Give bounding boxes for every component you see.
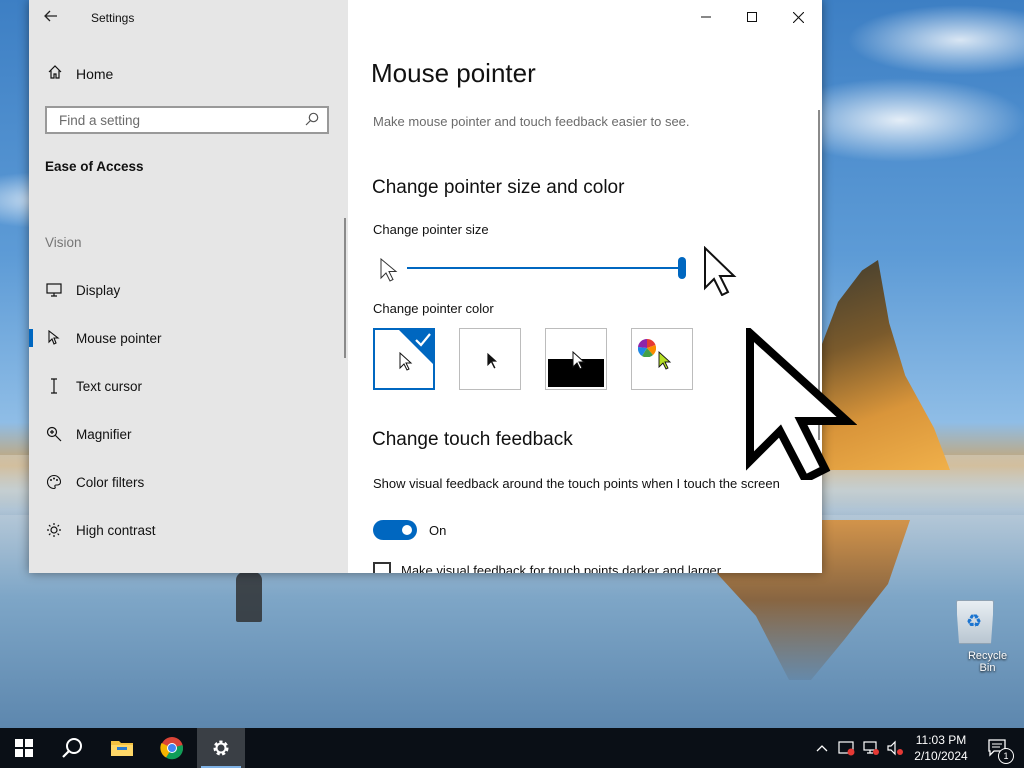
minimize-button[interactable] [683, 6, 729, 28]
clock-date: 2/10/2024 [914, 749, 968, 763]
maximize-icon [747, 12, 757, 22]
sidebar-item-label: Color filters [76, 474, 145, 490]
pointer-color-black[interactable] [459, 328, 521, 390]
chrome-button[interactable] [148, 728, 196, 768]
black-cursor-icon [486, 351, 500, 370]
sidebar-item-label: Mouse pointer [76, 330, 162, 346]
settings-sidebar: Settings Home Ease of Access Vision Disp… [29, 0, 348, 573]
tray-network-button[interactable] [860, 728, 882, 768]
clock-time: 11:03 PM [915, 733, 967, 747]
sidebar-item-magnifier[interactable]: Magnifier [29, 414, 348, 454]
settings-content: Mouse pointer Make mouse pointer and tou… [348, 0, 822, 573]
pointer-color-custom[interactable] [631, 328, 693, 390]
chrome-icon [160, 737, 184, 760]
recycle-bin-shortcut[interactable]: Recycle Bin [940, 600, 1010, 674]
large-cursor-icon [704, 246, 737, 296]
page-description: Make mouse pointer and touch feedback ea… [373, 114, 690, 129]
color-filters-icon [45, 473, 63, 491]
settings-window: Settings Home Ease of Access Vision Disp… [29, 0, 822, 573]
pointer-size-slider-thumb[interactable] [678, 257, 686, 279]
checkmark-icon [415, 333, 431, 347]
settings-icon [213, 740, 229, 756]
color-wheel-icon [638, 339, 656, 357]
recycle-bin-label: Recycle Bin [967, 650, 1008, 674]
magnifier-icon [45, 425, 63, 443]
darker-feedback-label: Make visual feedback for touch points da… [401, 563, 722, 573]
wallpaper-person [236, 572, 262, 622]
sidebar-item-color-filters[interactable]: Color filters [29, 462, 348, 502]
pointer-color-label: Change pointer color [373, 301, 494, 316]
small-cursor-icon [380, 258, 398, 282]
section-title: Ease of Access [45, 159, 144, 174]
taskbar: 11:03 PM 2/10/2024 1 [0, 728, 1024, 768]
minimize-icon [701, 16, 711, 18]
search-icon[interactable] [305, 112, 319, 126]
back-button[interactable] [43, 8, 61, 26]
giant-mouse-cursor-icon [746, 328, 857, 480]
tray-security-button[interactable] [836, 728, 858, 768]
app-title: Settings [91, 11, 135, 25]
sidebar-item-mouse-pointer[interactable]: Mouse pointer [29, 318, 348, 358]
start-button[interactable] [0, 728, 48, 768]
sidebar-item-label: Display [76, 282, 121, 298]
sidebar-item-label: Home [76, 66, 114, 82]
sidebar-item-label: High contrast [76, 522, 156, 538]
close-icon [792, 11, 804, 23]
sidebar-item-high-contrast[interactable]: High contrast [29, 510, 348, 550]
darker-feedback-checkbox[interactable] [373, 562, 391, 573]
touch-feedback-description: Show visual feedback around the touch po… [373, 476, 780, 491]
settings-taskbar-button[interactable] [197, 728, 245, 768]
section-heading-touch: Change touch feedback [372, 429, 573, 450]
section-heading-pointer: Change pointer size and color [372, 177, 625, 198]
notification-count-badge: 1 [998, 748, 1014, 764]
pointer-color-inverted[interactable] [545, 328, 607, 390]
inverted-cursor-icon [572, 351, 586, 370]
search-input[interactable] [57, 112, 301, 129]
sidebar-scrollbar[interactable] [344, 218, 346, 358]
taskbar-clock[interactable]: 11:03 PM 2/10/2024 [906, 732, 976, 764]
taskbar-search-button[interactable] [48, 728, 96, 768]
tray-volume-button[interactable] [884, 728, 906, 768]
display-icon [45, 281, 63, 299]
home-icon [45, 64, 65, 84]
action-center-button[interactable]: 1 [978, 728, 1018, 768]
settings-search[interactable] [45, 106, 329, 134]
sidebar-item-text-cursor[interactable]: Text cursor [29, 366, 348, 406]
white-cursor-icon [399, 352, 413, 371]
mouse-pointer-icon [45, 329, 63, 347]
pointer-size-label: Change pointer size [373, 222, 489, 237]
group-label-vision: Vision [45, 235, 82, 250]
start-icon [15, 739, 33, 757]
high-contrast-icon [45, 521, 63, 539]
pointer-color-white[interactable] [373, 328, 435, 390]
volume-muted-icon [887, 740, 903, 756]
chevron-up-icon [816, 745, 828, 752]
text-cursor-icon [45, 377, 63, 395]
lime-cursor-icon [658, 351, 672, 370]
sidebar-item-label: Magnifier [76, 426, 132, 442]
toggle-state-label: On [429, 523, 447, 538]
pointer-size-slider-track[interactable] [407, 267, 683, 269]
title-bar[interactable]: Settings [29, 0, 348, 34]
search-icon [62, 738, 82, 758]
sidebar-item-home[interactable]: Home [45, 62, 113, 86]
recycle-bin-icon [956, 600, 994, 644]
sidebar-item-label: Text cursor [76, 378, 143, 394]
show-hidden-icons-button[interactable] [812, 728, 832, 768]
sidebar-item-display[interactable]: Display [29, 270, 348, 310]
file-explorer-icon [111, 741, 133, 756]
touch-feedback-toggle[interactable] [373, 520, 417, 540]
network-icon [863, 741, 879, 755]
security-alert-icon [838, 741, 855, 756]
page-title: Mouse pointer [371, 58, 536, 88]
maximize-button[interactable] [729, 6, 775, 28]
close-button[interactable] [775, 6, 821, 28]
back-arrow-icon [44, 10, 57, 22]
file-explorer-button[interactable] [98, 728, 146, 768]
